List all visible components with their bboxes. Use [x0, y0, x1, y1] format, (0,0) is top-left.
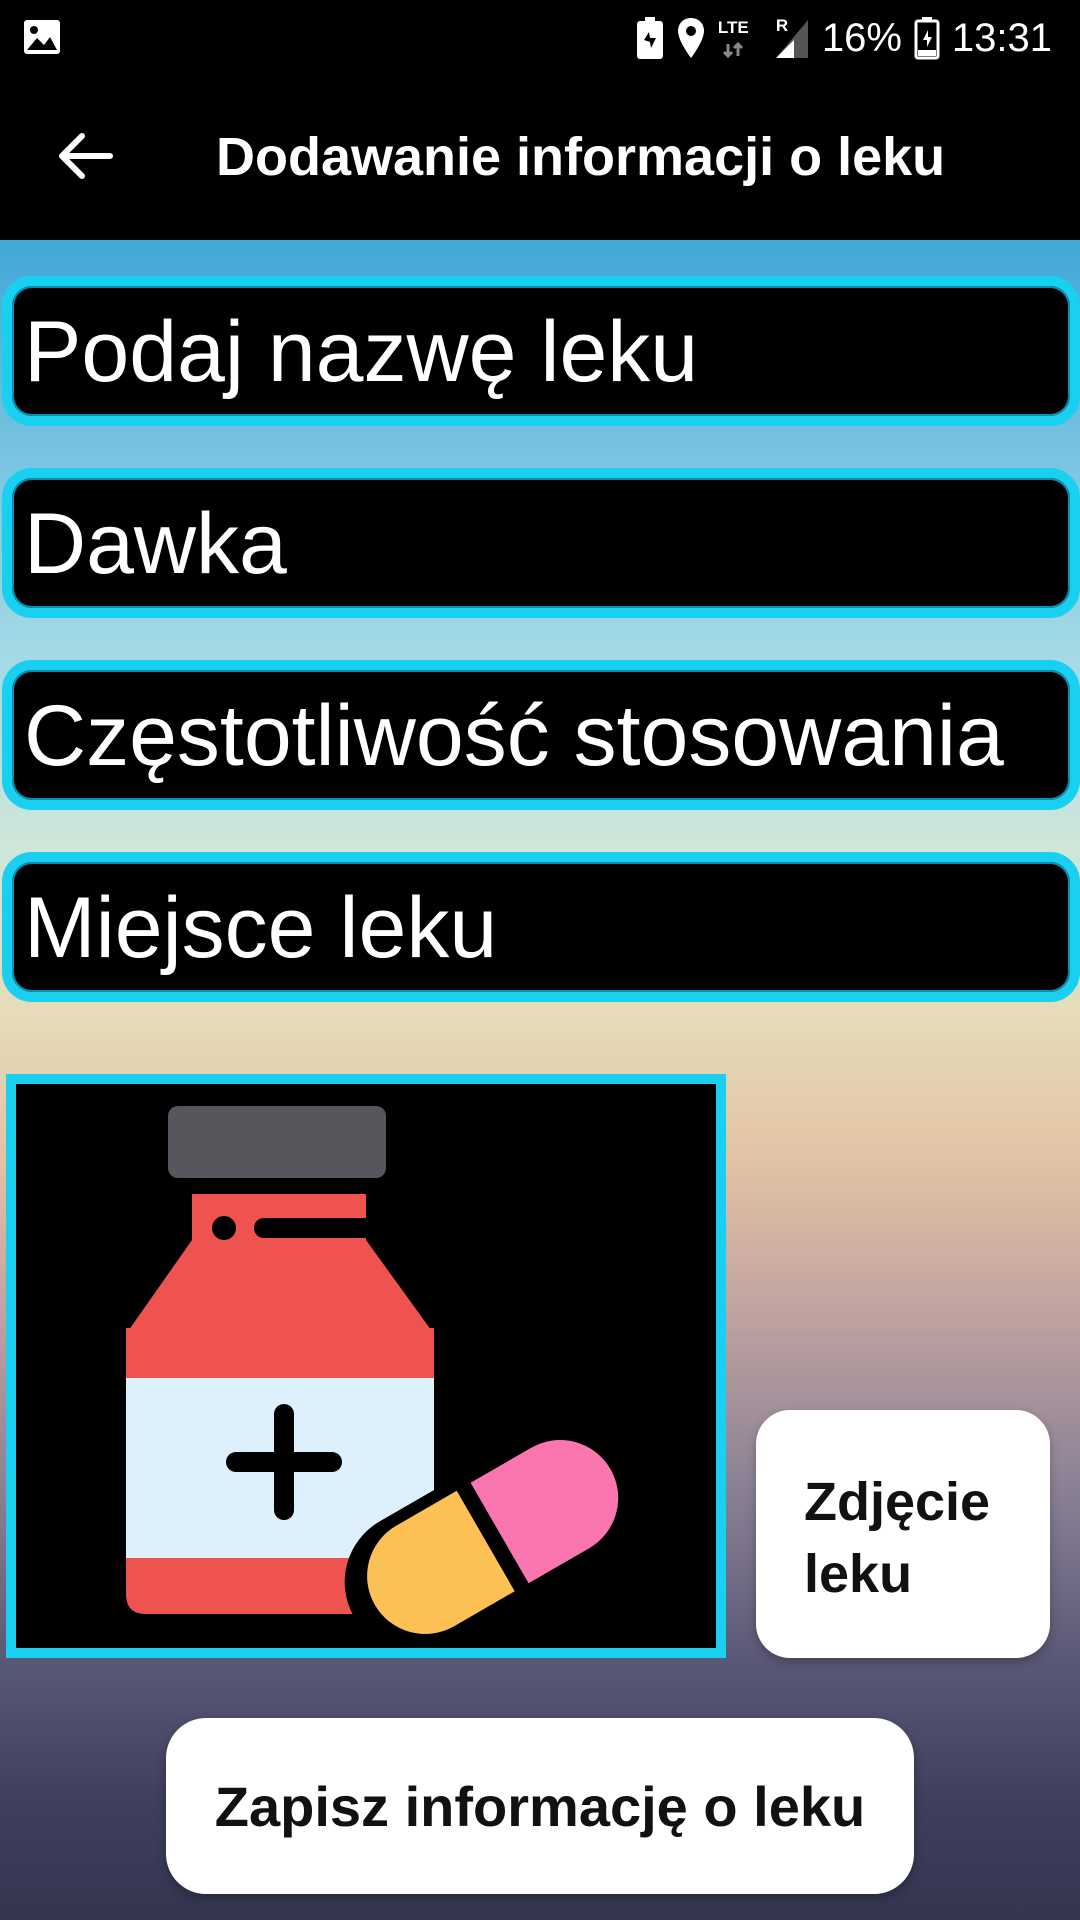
page-title: Dodawanie informacji o leku	[216, 127, 946, 187]
medicine-place-placeholder: Miejsce leku	[24, 880, 498, 976]
medicine-photo-button[interactable]: Zdjęcie leku	[756, 1410, 1050, 1658]
medicine-name-field[interactable]: Podaj nazwę leku	[2, 276, 1080, 426]
roaming-label: R	[775, 16, 789, 35]
medicine-place-field[interactable]: Miejsce leku	[2, 852, 1080, 1002]
battery-saver-icon	[636, 16, 664, 60]
medicine-photo-label: Zdjęcie leku	[804, 1472, 991, 1604]
content-area: Podaj nazwę leku Dawka Częstotliwość sto…	[0, 240, 1080, 1920]
status-bar: LTE R 16% 13:31	[0, 0, 1080, 76]
battery-icon	[914, 16, 940, 60]
frequency-field[interactable]: Częstotliwość stosowania	[2, 660, 1080, 810]
save-medicine-button[interactable]: Zapisz informację o leku	[166, 1718, 914, 1894]
dose-placeholder: Dawka	[24, 496, 287, 592]
medicine-image	[6, 1074, 726, 1658]
toolbar: Dodawanie informacji o leku	[0, 76, 1080, 240]
dose-field[interactable]: Dawka	[2, 468, 1080, 618]
frequency-placeholder: Częstotliwość stosowania	[24, 688, 1004, 784]
arrow-left-icon	[58, 132, 114, 185]
medicine-bottle-and-pill-icon	[126, 1106, 632, 1648]
back-button[interactable]	[44, 116, 128, 200]
signal-icon: R	[774, 16, 810, 60]
battery-percent: 16%	[821, 15, 902, 60]
save-medicine-label: Zapisz informację o leku	[214, 1774, 866, 1838]
medicine-name-placeholder: Podaj nazwę leku	[24, 304, 699, 400]
status-icons: LTE R 16% 13:31	[636, 10, 1052, 66]
gallery-icon	[22, 18, 62, 56]
clock: 13:31	[951, 15, 1052, 60]
location-icon	[676, 16, 706, 60]
lte-icon: LTE	[718, 16, 762, 60]
